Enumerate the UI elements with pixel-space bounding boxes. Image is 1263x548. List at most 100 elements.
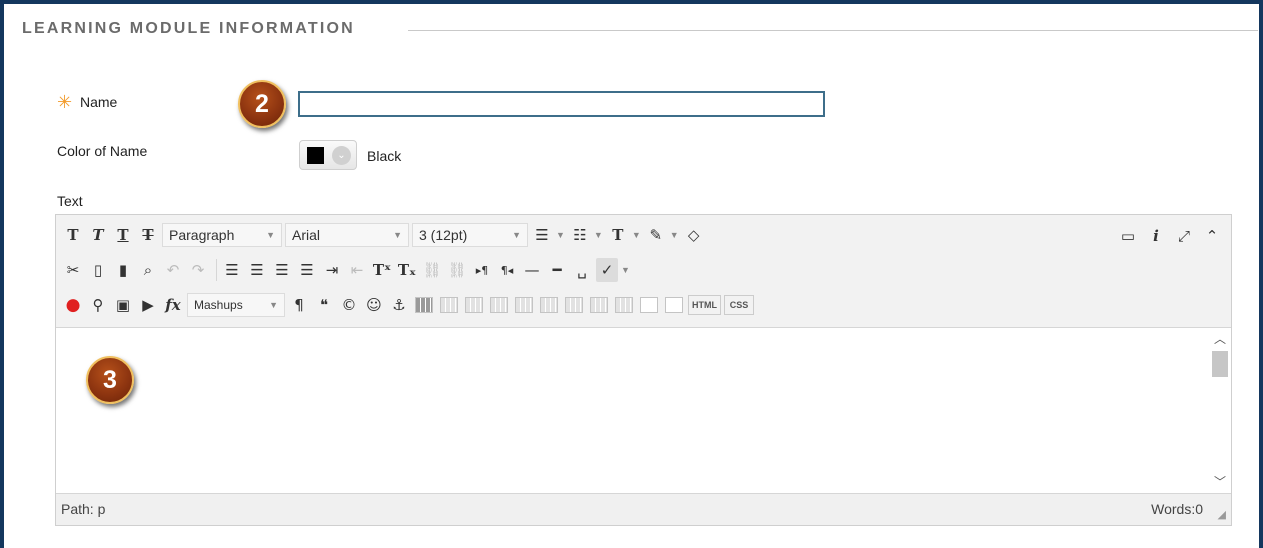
name-input[interactable]: [298, 91, 825, 117]
css-button[interactable]: CSS: [724, 295, 754, 315]
indent-icon[interactable]: ⇥: [321, 258, 343, 282]
table-delete-row-icon[interactable]: [538, 293, 560, 317]
bullet-list-icon[interactable]: ☰: [531, 223, 553, 247]
step-3-badge: 3: [86, 356, 134, 404]
scroll-up-icon[interactable]: ︿: [1214, 330, 1226, 347]
toolbar-right-tools: ▭ i ⤢ ⌃: [1111, 224, 1223, 248]
preview-icon[interactable]: ▭: [1117, 224, 1139, 248]
chevron-down-icon: ▼: [266, 230, 275, 240]
chevron-down-icon: ▼: [269, 300, 278, 310]
toolbar-row-1: T T T T Paragraph ▼ Arial ▼ 3 (12pt) ▼ ☰ ▼ ☷…: [62, 220, 708, 250]
chevron-down-icon[interactable]: ▼: [670, 230, 679, 240]
math-formula-icon[interactable]: fx: [162, 293, 184, 317]
ltr-icon[interactable]: ▸¶: [471, 258, 493, 282]
table-insert-col-before-icon[interactable]: [563, 293, 585, 317]
chevron-down-icon: ▼: [512, 230, 521, 240]
section-title: LEARNING MODULE INFORMATION: [22, 20, 355, 37]
scrollbar-thumb[interactable]: [1212, 351, 1228, 377]
italic-icon[interactable]: T: [87, 223, 109, 247]
chevron-down-icon: ▼: [393, 230, 402, 240]
align-justify-icon[interactable]: ☰: [296, 258, 318, 282]
align-center-icon[interactable]: ☰: [246, 258, 268, 282]
table-merge-cells-icon[interactable]: [663, 293, 685, 317]
fullscreen-icon[interactable]: ⤢: [1173, 224, 1195, 248]
cut-icon[interactable]: ✂: [62, 258, 84, 282]
rtl-icon[interactable]: ¶◂: [496, 258, 518, 282]
chevron-down-icon: ⌄: [332, 146, 351, 165]
nonbreaking-space-icon[interactable]: ␣: [571, 258, 593, 282]
paste-icon[interactable]: ▮: [112, 258, 134, 282]
superscript-icon[interactable]: Tˣ: [371, 258, 393, 282]
font-size-value: 3 (12pt): [419, 227, 468, 243]
horizontal-rule-thick-icon[interactable]: ━: [546, 258, 568, 282]
table-cell-props-icon[interactable]: [463, 293, 485, 317]
html-source-button[interactable]: HTML: [688, 295, 721, 315]
strikethrough-icon[interactable]: T: [137, 223, 159, 247]
table-row-props-icon[interactable]: [438, 293, 460, 317]
chevron-down-icon[interactable]: ▼: [621, 265, 630, 275]
paragraph-format-dropdown[interactable]: Paragraph ▼: [162, 223, 282, 247]
toolbar-row-3: ● ⚲ ▣ ▶ fx Mashups ▼ ¶ ❝ © ☺ ⚓ HTML CSS: [62, 290, 757, 320]
toolbar-separator: [216, 259, 217, 281]
table-split-cells-icon[interactable]: [638, 293, 660, 317]
spellcheck-icon[interactable]: ✓: [596, 258, 618, 282]
copyright-icon[interactable]: ©: [338, 293, 360, 317]
highlight-icon[interactable]: ✎: [645, 223, 667, 247]
anchor-icon[interactable]: ⚓: [388, 293, 410, 317]
paragraph-format-value: Paragraph: [169, 227, 235, 243]
link-icon[interactable]: ⛓: [421, 258, 443, 282]
color-value-label: Black: [367, 148, 402, 164]
underline-icon[interactable]: T: [112, 223, 134, 247]
editor-scrollbar[interactable]: ︿ ﹀: [1209, 328, 1231, 494]
insert-table-icon[interactable]: [413, 293, 435, 317]
mashups-dropdown[interactable]: Mashups ▼: [187, 293, 285, 317]
numbered-list-icon[interactable]: ☷: [569, 223, 591, 247]
element-path: Path: p: [61, 501, 106, 517]
info-icon[interactable]: i: [1145, 224, 1167, 248]
find-icon[interactable]: ⌕: [137, 258, 159, 282]
font-family-value: Arial: [292, 227, 321, 243]
word-count: Words:0: [1151, 501, 1203, 517]
align-right-icon[interactable]: ☰: [271, 258, 293, 282]
copy-icon[interactable]: ▯: [87, 258, 109, 282]
horizontal-rule-icon[interactable]: —: [521, 258, 543, 282]
insert-media-icon[interactable]: ▶: [137, 293, 159, 317]
redo-icon[interactable]: ↷: [187, 258, 209, 282]
text-label: Text: [57, 193, 83, 209]
outdent-icon[interactable]: ⇤: [346, 258, 368, 282]
color-of-name-label: Color of Name: [57, 143, 148, 159]
color-picker-button[interactable]: ⌄: [299, 140, 357, 170]
show-blocks-icon[interactable]: ¶: [288, 293, 310, 317]
eraser-icon[interactable]: ◇: [683, 223, 705, 247]
chevron-down-icon[interactable]: ▼: [594, 230, 603, 240]
rich-text-editor: T T T T Paragraph ▼ Arial ▼ 3 (12pt) ▼ ☰ ▼ ☷…: [55, 214, 1232, 526]
insert-image-icon[interactable]: ▣: [112, 293, 134, 317]
emoticon-icon[interactable]: ☺: [363, 293, 385, 317]
table-insert-col-after-icon[interactable]: [588, 293, 610, 317]
chevron-down-icon[interactable]: ▼: [632, 230, 641, 240]
font-family-dropdown[interactable]: Arial ▼: [285, 223, 409, 247]
attach-file-icon[interactable]: ⚲: [87, 293, 109, 317]
color-swatch: [307, 147, 324, 164]
blockquote-icon[interactable]: ❝: [313, 293, 335, 317]
undo-icon[interactable]: ↶: [162, 258, 184, 282]
editor-content-area[interactable]: [56, 328, 1208, 494]
name-label: Name: [80, 94, 118, 110]
table-insert-row-before-icon[interactable]: [488, 293, 510, 317]
editor-statusbar: Path: p Words:0 ◢: [56, 493, 1231, 525]
resize-grip-icon[interactable]: ◢: [1218, 508, 1226, 521]
table-insert-row-after-icon[interactable]: [513, 293, 535, 317]
section-divider: [408, 30, 1258, 31]
required-icon: ✳: [57, 92, 73, 112]
chevron-down-icon[interactable]: ▼: [556, 230, 565, 240]
collapse-toolbar-icon[interactable]: ⌃: [1201, 224, 1223, 248]
text-color-icon[interactable]: T: [607, 223, 629, 247]
scroll-down-icon[interactable]: ﹀: [1214, 473, 1226, 490]
align-left-icon[interactable]: ☰: [221, 258, 243, 282]
subscript-icon[interactable]: Tₓ: [396, 258, 418, 282]
font-size-dropdown[interactable]: 3 (12pt) ▼: [412, 223, 528, 247]
table-delete-col-icon[interactable]: [613, 293, 635, 317]
unlink-icon[interactable]: ⛓: [446, 258, 468, 282]
bold-icon[interactable]: T: [62, 223, 84, 247]
youtube-icon[interactable]: ●: [62, 293, 84, 317]
